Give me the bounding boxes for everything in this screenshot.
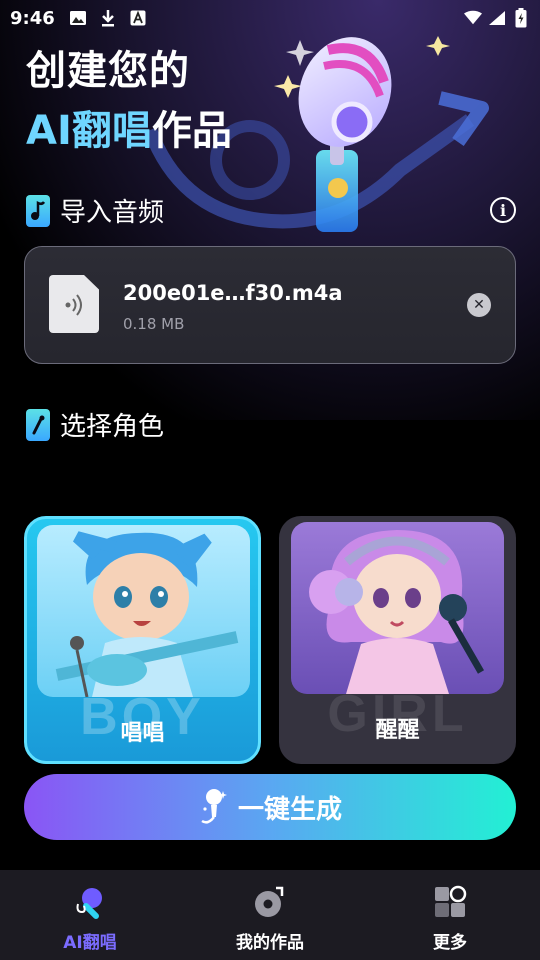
import-audio-title: 导入音频 [60,198,165,228]
boy-character-avatar [37,525,250,697]
girl-character-avatar [291,522,504,694]
hero-title-accent: AI翻唱 [26,108,152,154]
audio-file-card[interactable]: 200e01e…f30.m4a 0.18 MB ✕ [24,246,516,364]
nav-item-more[interactable]: 更多 [360,870,540,960]
select-role-heading: 选择角色 [26,406,164,443]
download-icon [99,9,117,27]
role-card-girl[interactable]: GIRL 醒醒 [279,516,516,764]
import-audio-heading: 导入音频 [26,192,164,229]
image-icon [69,9,87,27]
hero-title-rest: 作品 [151,108,232,154]
role-card-boy[interactable]: BOY 唱唱 [24,516,261,764]
nav-item-my-works[interactable]: 我的作品 [180,870,360,960]
music-note-section-icon [26,194,50,227]
status-notifications [69,9,147,27]
music-note-icon [72,884,108,920]
generate-button-label: 一键生成 [237,794,342,825]
pen-section-icon [26,408,50,441]
file-name: 200e01e…f30.m4a [123,281,343,305]
nav-label-more: 更多 [433,933,467,953]
nav-label-my-works: 我的作品 [236,933,304,953]
record-disc-icon [252,884,288,920]
audio-file-icon [49,275,99,333]
microphone-icon [198,787,230,827]
grid-icon [432,884,468,920]
status-time: 9:46 [10,7,55,29]
select-role-title: 选择角色 [60,412,165,442]
hero-title-line2: AI翻唱作品 [26,98,232,156]
hero-title-line1: 创建您的 [26,48,190,94]
nav-item-ai-cover[interactable]: AI翻唱 [0,870,180,960]
role-name-boy: 唱唱 [120,721,165,746]
bottom-nav: AI翻唱 我的作品 更多 [0,870,540,960]
info-icon[interactable]: i [490,197,516,223]
role-name-girl: 醒醒 [375,718,420,743]
nav-label-ai-cover: AI翻唱 [63,933,117,953]
remove-file-icon[interactable]: ✕ [467,293,491,317]
file-size: 0.18 MB [123,315,185,333]
generate-button[interactable]: 一键生成 [24,774,516,840]
